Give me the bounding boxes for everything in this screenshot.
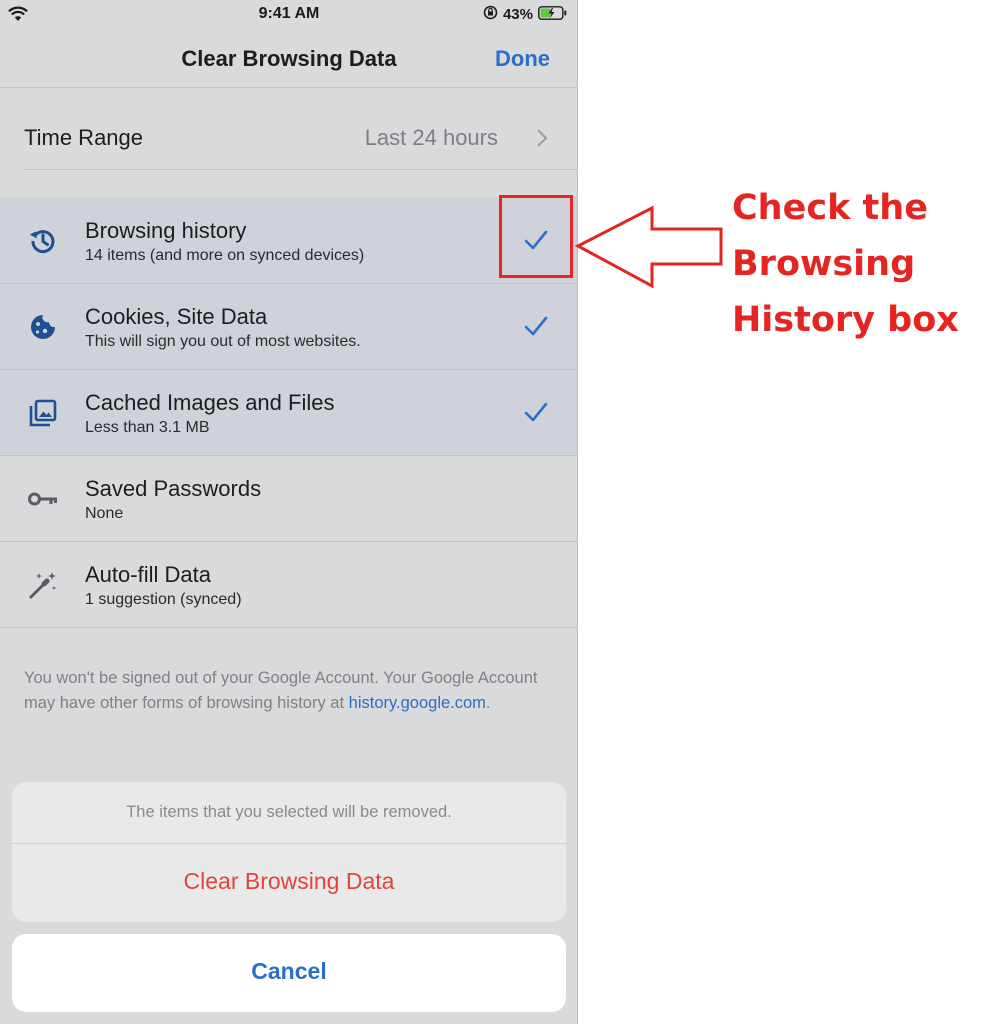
cookies-row[interactable]: Cookies, Site Data This will sign you ou… — [0, 284, 577, 370]
annotation-line: History box — [732, 300, 959, 340]
navigation-bar: Clear Browsing Data Done — [0, 32, 577, 88]
row-title: Cached Images and Files — [85, 390, 335, 415]
annotation-text: Check the Browsing History box — [732, 180, 992, 348]
annotation-highlight-box — [499, 195, 573, 278]
annotation-line: Browsing — [732, 244, 916, 284]
checkmark-icon[interactable] — [522, 314, 550, 343]
checkmark-icon[interactable] — [522, 400, 550, 429]
row-title: Browsing history — [85, 218, 247, 243]
battery-charging-icon — [538, 5, 568, 24]
browsing-history-row[interactable]: Browsing history 14 items (and more on s… — [0, 198, 577, 284]
images-icon — [26, 396, 60, 430]
divider — [0, 627, 577, 628]
row-subtitle: None — [85, 505, 124, 522]
history-icon — [26, 224, 60, 258]
cookie-icon — [26, 310, 60, 344]
arrow-left-icon — [574, 205, 725, 296]
divider — [24, 169, 577, 170]
row-subtitle: 14 items (and more on synced devices) — [85, 247, 365, 264]
done-button[interactable]: Done — [495, 46, 550, 72]
key-icon — [26, 482, 60, 516]
time-range-row[interactable]: Time Range Last 24 hours — [0, 104, 577, 170]
clear-browsing-data-button[interactable]: Clear Browsing Data — [12, 844, 566, 922]
page-title: Clear Browsing Data — [181, 46, 397, 71]
row-subtitle: This will sign you out of most websites. — [85, 333, 361, 350]
row-subtitle: Less than 3.1 MB — [85, 419, 210, 436]
status-indicators: 43% — [483, 5, 568, 24]
chevron-right-icon — [536, 128, 548, 153]
footer-suffix: . — [485, 694, 491, 712]
autofill-row[interactable]: Auto-fill Data 1 suggestion (synced) — [0, 542, 577, 628]
orientation-lock-icon — [483, 5, 498, 24]
footer-note: You won't be signed out of your Google A… — [24, 666, 564, 716]
action-sheet-message: The items that you selected will be remo… — [12, 782, 566, 844]
phone-screen: 9:41 AM 43% Clear Browsing Data Done Tim… — [0, 0, 578, 1024]
battery-percent: 43% — [502, 6, 533, 23]
row-title: Cookies, Site Data — [85, 304, 268, 329]
cancel-button[interactable]: Cancel — [12, 934, 566, 1012]
row-title: Saved Passwords — [85, 476, 262, 501]
time-range-value: Last 24 hours — [364, 125, 498, 150]
cached-images-row[interactable]: Cached Images and Files Less than 3.1 MB — [0, 370, 577, 456]
annotation-line: Check the — [732, 188, 928, 228]
row-title: Auto-fill Data — [85, 562, 211, 587]
row-subtitle: 1 suggestion (synced) — [85, 591, 242, 608]
saved-passwords-row[interactable]: Saved Passwords None — [0, 456, 577, 542]
history-link[interactable]: history.google.com — [349, 694, 486, 712]
magic-wand-icon — [26, 568, 60, 602]
time-range-label: Time Range — [24, 125, 144, 150]
status-bar: 9:41 AM 43% — [0, 0, 577, 32]
action-sheet: The items that you selected will be remo… — [12, 782, 566, 922]
